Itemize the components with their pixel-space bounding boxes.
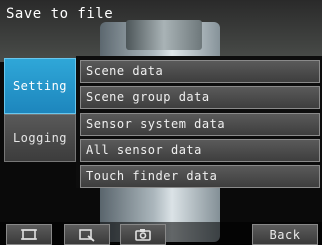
tab-logging[interactable]: Logging bbox=[4, 114, 76, 162]
menu-item-label: Sensor system data bbox=[86, 117, 226, 131]
back-button[interactable]: Back bbox=[252, 224, 318, 245]
tab-setting[interactable]: Setting bbox=[4, 58, 76, 114]
page-title: Save to file bbox=[6, 6, 114, 22]
screen: Save to file Setting Logging Scene data … bbox=[0, 0, 322, 245]
menu-item-all-sensor-data[interactable]: All sensor data bbox=[80, 139, 320, 162]
menu-item-scene-group-data[interactable]: Scene group data bbox=[80, 86, 320, 109]
menu-item-sensor-system-data[interactable]: Sensor system data bbox=[80, 113, 320, 136]
menu-item-label: Scene group data bbox=[86, 90, 210, 104]
menu-item-label: All sensor data bbox=[86, 143, 202, 157]
display-mode-icon bbox=[21, 229, 37, 240]
menu-item-label: Scene data bbox=[86, 64, 164, 78]
back-button-label: Back bbox=[269, 227, 301, 242]
camera-button[interactable] bbox=[120, 224, 166, 245]
tab-setting-label: Setting bbox=[12, 79, 68, 93]
zoom-button[interactable] bbox=[64, 224, 110, 245]
menu-item-scene-data[interactable]: Scene data bbox=[80, 60, 320, 83]
menu-item-label: Touch finder data bbox=[86, 169, 218, 183]
zoom-icon bbox=[79, 228, 95, 242]
display-mode-button[interactable] bbox=[6, 224, 52, 245]
camera-view-cap bbox=[126, 20, 202, 50]
camera-icon bbox=[135, 228, 151, 241]
menu-item-touch-finder-data[interactable]: Touch finder data bbox=[80, 165, 320, 188]
tab-logging-label: Logging bbox=[12, 131, 68, 145]
